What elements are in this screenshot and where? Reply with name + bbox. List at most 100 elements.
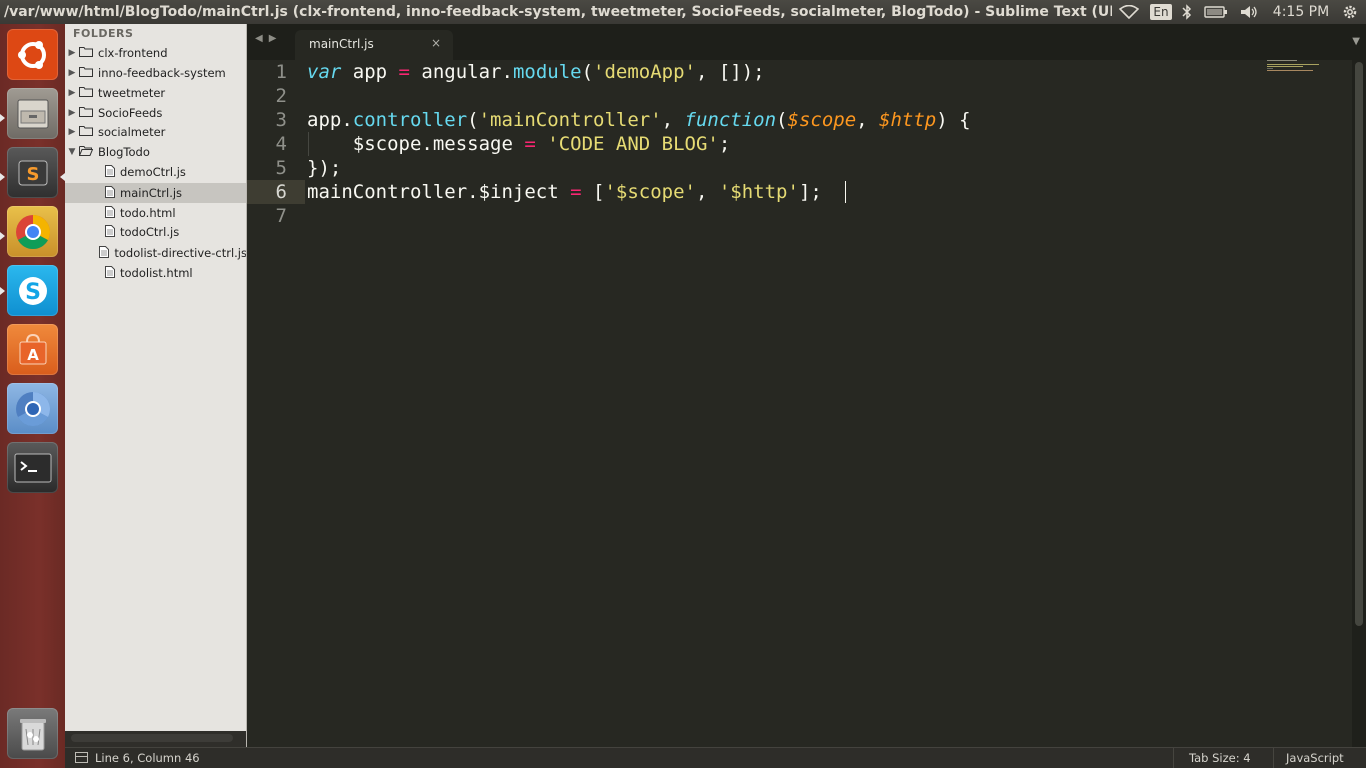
folder-icon (79, 66, 93, 80)
status-bar: Line 6, Column 46 Tab Size: 4 JavaScript (65, 747, 1366, 768)
tab-next-icon[interactable]: ▶ (269, 33, 283, 44)
file-icon (105, 224, 115, 240)
folder-label: tweetmeter (98, 86, 166, 100)
launcher-running-indicator (0, 232, 5, 240)
folder-item[interactable]: ▶ tweetmeter (65, 83, 246, 103)
file-item[interactable]: todolist-directive-ctrl.js (65, 243, 246, 263)
settings-gear-icon[interactable] (1338, 0, 1362, 24)
scrollbar-thumb[interactable] (1355, 62, 1363, 626)
chromium-icon[interactable] (7, 383, 58, 434)
folder-label: BlogTodo (98, 145, 150, 159)
folder-label: inno-feedback-system (98, 66, 226, 80)
skype-icon[interactable]: S (7, 265, 58, 316)
file-label: todolist.html (120, 266, 193, 280)
file-label: demoCtrl.js (120, 165, 186, 179)
file-label: todoCtrl.js (120, 225, 180, 239)
folder-open-icon (79, 145, 94, 159)
launcher-running-indicator (0, 287, 5, 295)
panel-toggle-icon[interactable] (75, 752, 88, 763)
cursor-position: Line 6, Column 46 (95, 751, 200, 765)
software-center-icon[interactable]: A (7, 324, 58, 375)
tab-nav-arrows[interactable]: ◀▶ (255, 33, 282, 44)
code-editor[interactable]: 1 2 3 4 5 6 7 var app = angular.module('… (247, 60, 1352, 747)
line-number: 2 (275, 85, 287, 107)
file-item-selected[interactable]: mainCtrl.js (65, 183, 246, 203)
minimap[interactable] (1267, 60, 1337, 80)
tab-close-icon[interactable]: × (431, 36, 441, 50)
folder-item[interactable]: ▶ SocioFeeds (65, 103, 246, 123)
file-icon (105, 164, 115, 180)
svg-text:S: S (25, 280, 41, 305)
clock[interactable]: 4:15 PM (1268, 0, 1334, 24)
chrome-icon[interactable] (7, 206, 58, 257)
code-line[interactable]: app.controller('mainController', functio… (307, 108, 971, 132)
disclosure-collapsed-icon[interactable]: ▶ (65, 127, 79, 137)
disclosure-collapsed-icon[interactable]: ▶ (65, 108, 79, 118)
minimap-line (1267, 70, 1313, 71)
bluetooth-icon[interactable] (1178, 0, 1196, 24)
svg-text:S: S (26, 164, 39, 185)
launcher-running-indicator (0, 114, 5, 122)
file-label: mainCtrl.js (120, 186, 183, 200)
battery-icon[interactable] (1202, 0, 1230, 24)
tab-maincontroller-js[interactable]: mainCtrl.js × (295, 30, 453, 60)
tab-dropdown-icon[interactable]: ▼ (1352, 36, 1360, 47)
file-icon (105, 265, 115, 281)
file-label: todo.html (120, 206, 176, 220)
top-panel: /var/www/html/BlogTodo/mainCtrl.js (clx-… (0, 0, 1366, 24)
editor-vertical-scrollbar[interactable] (1352, 60, 1366, 747)
window-title: /var/www/html/BlogTodo/mainCtrl.js (clx-… (4, 4, 1112, 20)
folder-icon (79, 46, 93, 60)
line-number: 1 (275, 61, 287, 83)
folder-icon (79, 125, 93, 139)
ubuntu-dash-icon[interactable] (7, 29, 58, 80)
disclosure-collapsed-icon[interactable]: ▶ (65, 68, 79, 78)
file-item[interactable]: demoCtrl.js (65, 162, 246, 182)
file-item[interactable]: todolist.html (65, 263, 246, 283)
files-icon[interactable] (7, 88, 58, 139)
folder-item-expanded[interactable]: ▼ BlogTodo (65, 142, 246, 162)
disclosure-collapsed-icon[interactable]: ▶ (65, 88, 79, 98)
file-icon (105, 185, 115, 201)
folder-item[interactable]: ▶ clx-frontend (65, 43, 246, 63)
tab-prev-icon[interactable]: ◀ (255, 33, 269, 44)
code-line[interactable]: var app = angular.module('demoApp', []); (307, 60, 765, 84)
disclosure-collapsed-icon[interactable]: ▶ (65, 48, 79, 58)
file-item[interactable]: todoCtrl.js (65, 222, 246, 242)
sidebar: FOLDERS ▶ clx-frontend ▶ inno-feedback-s… (65, 24, 247, 747)
tab-label: mainCtrl.js (309, 37, 374, 51)
volume-icon[interactable] (1238, 0, 1260, 24)
wifi-icon[interactable] (1116, 0, 1142, 24)
keyboard-language-indicator[interactable]: En (1150, 0, 1172, 24)
syntax-selector[interactable]: JavaScript (1273, 748, 1366, 768)
line-number: 7 (275, 205, 287, 227)
file-item[interactable]: todo.html (65, 203, 246, 223)
folder-icon (79, 106, 93, 120)
tab-size-selector[interactable]: Tab Size: 4 (1173, 748, 1273, 768)
line-number: 5 (275, 157, 287, 179)
file-icon (105, 205, 115, 221)
code-line[interactable]: $scope.message = 'CODE AND BLOG'; (307, 132, 731, 156)
text-caret (845, 181, 846, 203)
folder-label: socialmeter (98, 125, 166, 139)
code-line[interactable]: }); (307, 156, 341, 180)
code-line-current[interactable]: mainController.$inject = ['$scope', '$ht… (307, 180, 822, 204)
minimap-line (1267, 64, 1319, 65)
terminal-icon[interactable] (7, 442, 58, 493)
folder-item[interactable]: ▶ socialmeter (65, 122, 246, 142)
line-number: 3 (275, 109, 287, 131)
folder-icon (79, 86, 93, 100)
trash-icon[interactable] (7, 708, 58, 759)
folders-heading: FOLDERS (73, 27, 134, 40)
folder-item[interactable]: ▶ inno-feedback-system (65, 63, 246, 83)
tab-bar: ◀▶ mainCtrl.js × ▼ (247, 24, 1366, 60)
sidebar-horizontal-scrollbar[interactable] (71, 734, 233, 742)
sublime-text-icon[interactable]: S (7, 147, 58, 198)
minimap-line (1267, 68, 1273, 69)
folder-label: SocioFeeds (98, 106, 163, 120)
line-number-current: 6 (275, 181, 287, 203)
folder-label: clx-frontend (98, 46, 168, 60)
svg-text:A: A (27, 346, 39, 364)
minimap-line (1267, 66, 1303, 67)
disclosure-expanded-icon[interactable]: ▼ (65, 147, 79, 157)
